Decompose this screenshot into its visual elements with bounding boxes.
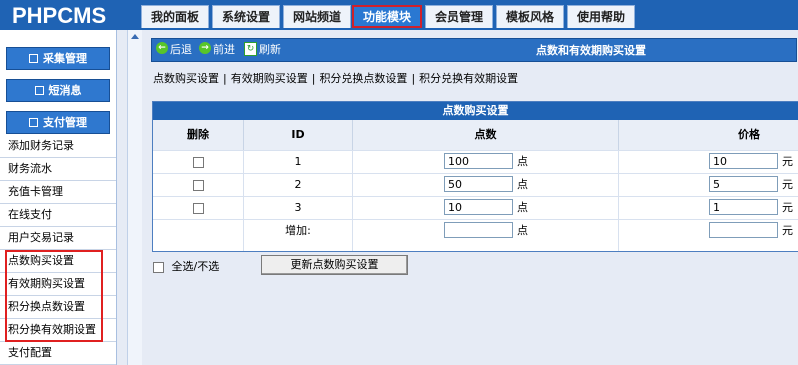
back-arrow-icon: ← — [156, 42, 168, 54]
price-unit: 元 — [782, 201, 793, 214]
header-delete: 删除 — [153, 120, 244, 150]
new-price-input[interactable] — [709, 222, 778, 238]
top-bar: PHPCMS 我的面板 系统设置 网站频道 功能模块 会员管理 模板风格 使用帮… — [0, 0, 798, 30]
sidebar-scrollbar[interactable] — [127, 30, 142, 365]
tab-templates[interactable]: 模板风格 — [496, 5, 564, 28]
square-icon — [29, 117, 38, 127]
page-title: 点数和有效期购买设置 — [536, 44, 646, 57]
separator: | — [311, 72, 316, 85]
row-checkbox-cell — [193, 197, 204, 219]
header-points: 点数 — [353, 120, 619, 150]
header-id: ID — [244, 120, 353, 150]
refresh-label: 刷新 — [259, 43, 281, 56]
points-input[interactable] — [444, 153, 513, 169]
sidebar-item-credits-to-points[interactable]: 积分换点数设置 — [0, 296, 116, 319]
link-credits-to-points[interactable]: 积分兑换点数设置 — [319, 72, 407, 85]
sidebar-item-finance-flow[interactable]: 财务流水 — [0, 158, 116, 181]
tab-my-panel[interactable]: 我的面板 — [141, 5, 209, 28]
category-label: 采集管理 — [43, 52, 87, 65]
row-id: 3 — [294, 201, 302, 214]
sidebar-item-add-finance[interactable]: 添加财务记录 — [0, 135, 116, 158]
table-row: 3 点 元 — [153, 196, 798, 219]
link-validity-purchase[interactable]: 有效期购买设置 — [231, 72, 308, 85]
price-input[interactable] — [709, 153, 778, 169]
add-row: 增加: 点 元 — [153, 219, 798, 242]
scroll-up-icon[interactable] — [131, 34, 139, 39]
sidebar-item-recharge-cards[interactable]: 充值卡管理 — [0, 181, 116, 204]
points-unit: 点 — [517, 155, 528, 168]
delete-checkbox[interactable] — [193, 179, 204, 191]
table-header: 删除 ID 点数 价格 — [153, 120, 798, 150]
sidebar-category-messages[interactable]: 短消息 — [6, 79, 110, 102]
sidebar-item-online-pay[interactable]: 在线支付 — [0, 204, 116, 227]
category-label: 短消息 — [48, 84, 82, 97]
row-id: 2 — [294, 178, 302, 191]
select-all-control[interactable]: 全选/不选 — [153, 258, 219, 276]
tab-site-channels[interactable]: 网站频道 — [283, 5, 351, 28]
sidebar-item-payment-config[interactable]: 支付配置 — [0, 342, 116, 365]
points-input[interactable] — [444, 199, 513, 215]
back-button[interactable]: ← 后退 — [156, 42, 192, 58]
sidebar-item-validity-purchase[interactable]: 有效期购买设置 — [0, 273, 116, 296]
delete-checkbox[interactable] — [193, 156, 204, 168]
price-unit: 元 — [782, 155, 793, 168]
header-price: 价格 — [738, 128, 760, 141]
sidebar-item-points-purchase[interactable]: 点数购买设置 — [0, 250, 116, 273]
app-logo: PHPCMS — [12, 3, 107, 28]
nav-bar: ← 后退 → 前进 ↻ 刷新 点数和有效期购买设置 — [151, 38, 797, 62]
sub-links: 点数购买设置 | 有效期购买设置 | 积分兑换点数设置 | 积分兑换有效期设置 — [153, 70, 518, 86]
points-purchase-panel: 点数购买设置 删除 ID 点数 价格 1 点 元 2 点 元 — [152, 101, 798, 252]
sidebar-category-collect[interactable]: 采集管理 — [6, 47, 110, 70]
price-unit: 元 — [782, 224, 793, 237]
select-all-checkbox[interactable] — [153, 261, 164, 273]
points-unit: 点 — [517, 178, 528, 191]
category-label: 支付管理 — [43, 116, 87, 129]
points-unit: 点 — [517, 224, 528, 237]
square-icon — [29, 53, 38, 63]
select-all-label: 全选/不选 — [171, 260, 220, 273]
update-points-settings-button[interactable]: 更新点数购买设置 — [261, 255, 408, 275]
refresh-icon: ↻ — [244, 42, 257, 56]
tab-modules[interactable]: 功能模块 — [352, 5, 422, 28]
price-input[interactable] — [709, 176, 778, 192]
back-label: 后退 — [170, 43, 192, 56]
sidebar-item-credits-to-validity[interactable]: 积分换有效期设置 — [0, 319, 116, 342]
forward-arrow-icon: → — [199, 42, 211, 54]
link-points-purchase[interactable]: 点数购买设置 — [153, 72, 219, 85]
forward-button[interactable]: → 前进 — [199, 42, 235, 58]
price-unit: 元 — [782, 178, 793, 191]
separator: | — [223, 72, 227, 85]
table-row: 2 点 元 — [153, 173, 798, 196]
price-input[interactable] — [709, 199, 778, 215]
sidebar-item-user-transactions[interactable]: 用户交易记录 — [0, 227, 116, 250]
panel-title: 点数购买设置 — [153, 102, 798, 120]
tab-help[interactable]: 使用帮助 — [567, 5, 635, 28]
link-credits-to-validity[interactable]: 积分兑换有效期设置 — [419, 72, 518, 85]
add-label: 增加: — [285, 224, 311, 237]
points-unit: 点 — [517, 201, 528, 214]
refresh-button[interactable]: ↻ 刷新 — [244, 42, 281, 58]
row-id: 1 — [294, 155, 302, 168]
points-input[interactable] — [444, 176, 513, 192]
table-row: 1 点 元 — [153, 150, 798, 173]
delete-checkbox[interactable] — [193, 202, 204, 214]
tab-members[interactable]: 会员管理 — [425, 5, 493, 28]
row-checkbox-cell — [193, 151, 204, 173]
sidebar-category-payment[interactable]: 支付管理 — [6, 111, 110, 134]
row-checkbox-cell — [193, 174, 204, 196]
main-content: ← 后退 → 前进 ↻ 刷新 点数和有效期购买设置 点数购买设置 | 有效期购买设置 | 积分… — [145, 30, 798, 365]
separator: | — [411, 72, 416, 85]
tab-system-settings[interactable]: 系统设置 — [212, 5, 280, 28]
sidebar: 采集管理 短消息 支付管理 添加财务记录 财务流水 充值卡管理 在线支付 用户交… — [0, 30, 117, 365]
new-points-input[interactable] — [444, 222, 513, 238]
square-icon — [34, 85, 44, 95]
forward-label: 前进 — [213, 43, 235, 56]
